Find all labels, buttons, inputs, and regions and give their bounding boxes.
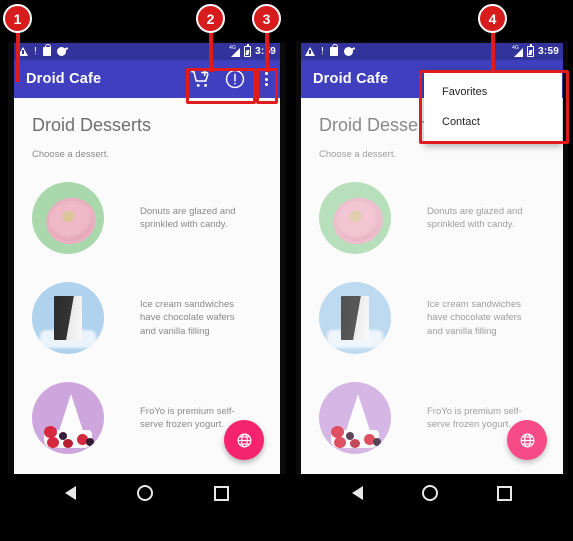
ics-bar (54, 296, 82, 340)
berry (373, 438, 381, 446)
phone-left-screen: ! 4G 3:59 Droid Cafe (14, 43, 280, 474)
status-bar-time: 3:59 (538, 45, 559, 57)
berry (47, 437, 59, 448)
signal-4g-icon: 4G (512, 45, 524, 57)
content-right: Droid Desserts Choose a dessert. Donuts … (301, 98, 563, 474)
back-icon[interactable] (351, 486, 363, 500)
status-bar-left-icons: ! (305, 44, 512, 57)
list-item[interactable]: Ice cream sandwiches have chocolate wafe… (14, 268, 280, 368)
callout-4-badge: 4 (478, 4, 507, 33)
berry (86, 438, 94, 446)
floating-action-button[interactable] (507, 420, 547, 460)
dessert-description: Donuts are glazed and sprinkled with can… (427, 205, 523, 230)
nav-bar-left (8, 474, 286, 512)
donut-image (32, 182, 104, 254)
status-bar-left-icons: ! (18, 44, 229, 57)
status-bar-left: ! 4G 3:59 (14, 43, 280, 60)
ice-cream-sandwich-image (319, 282, 391, 354)
signal-bars (514, 47, 524, 57)
donut-image (319, 182, 391, 254)
froyo-swirl (58, 394, 84, 434)
status-bar-right: ! 4G 3:59 (301, 43, 563, 60)
phone-left: ! 4G 3:59 Droid Cafe (8, 42, 286, 512)
ics-bar (341, 296, 369, 340)
globe-icon (520, 433, 534, 447)
sync-icon (56, 47, 66, 56)
callout-2-badge: 2 (196, 4, 225, 33)
berry (59, 432, 67, 440)
berry (63, 439, 73, 448)
globe-icon (237, 433, 251, 447)
list-item[interactable]: Ice cream sandwiches have chocolate wafe… (301, 268, 563, 368)
froyo-swirl (345, 394, 371, 434)
exclamation-icon: ! (321, 45, 324, 57)
berry (350, 439, 360, 448)
lock-icon (42, 44, 51, 56)
callout-4-box (419, 70, 569, 144)
content-left: Droid Desserts Choose a dessert. Donuts … (14, 98, 280, 474)
floating-action-button[interactable] (224, 420, 264, 460)
froyo-image (32, 382, 104, 454)
callout-1-badge: 1 (3, 4, 32, 33)
berry (346, 432, 354, 440)
recents-icon[interactable] (214, 485, 230, 501)
lock-icon (329, 44, 338, 56)
screenshot-stage: ! 4G 3:59 Droid Cafe (0, 0, 573, 541)
page-subtitle: Choose a dessert. (32, 149, 110, 160)
recents-icon[interactable] (497, 485, 513, 501)
status-bar-right-icons: 4G 3:59 (512, 44, 559, 57)
sync-icon (343, 47, 353, 56)
battery-icon (527, 44, 535, 57)
ice-cream-sandwich-image (32, 282, 104, 354)
berry (334, 437, 346, 448)
home-icon[interactable] (421, 485, 438, 501)
signal-bars (231, 47, 241, 57)
exclamation-icon: ! (34, 45, 37, 57)
callout-3-badge: 3 (252, 4, 281, 33)
list-item[interactable]: Donuts are glazed and sprinkled with can… (14, 168, 280, 268)
callout-2-box (186, 68, 256, 104)
app-bar-title: Droid Cafe (26, 71, 102, 87)
nav-bar-right (296, 474, 568, 512)
warning-triangle-icon (305, 47, 315, 56)
callout-3-box (256, 68, 278, 104)
battery-icon (244, 44, 252, 57)
signal-4g-icon: 4G (229, 45, 241, 57)
dessert-description: Ice cream sandwiches have chocolate wafe… (427, 298, 522, 337)
home-icon[interactable] (136, 485, 153, 501)
back-icon[interactable] (64, 486, 76, 500)
list-item[interactable]: Donuts are glazed and sprinkled with can… (301, 168, 563, 268)
dessert-description: Ice cream sandwiches have chocolate wafe… (140, 298, 235, 337)
froyo-image (319, 382, 391, 454)
dessert-description: Donuts are glazed and sprinkled with can… (140, 205, 236, 230)
